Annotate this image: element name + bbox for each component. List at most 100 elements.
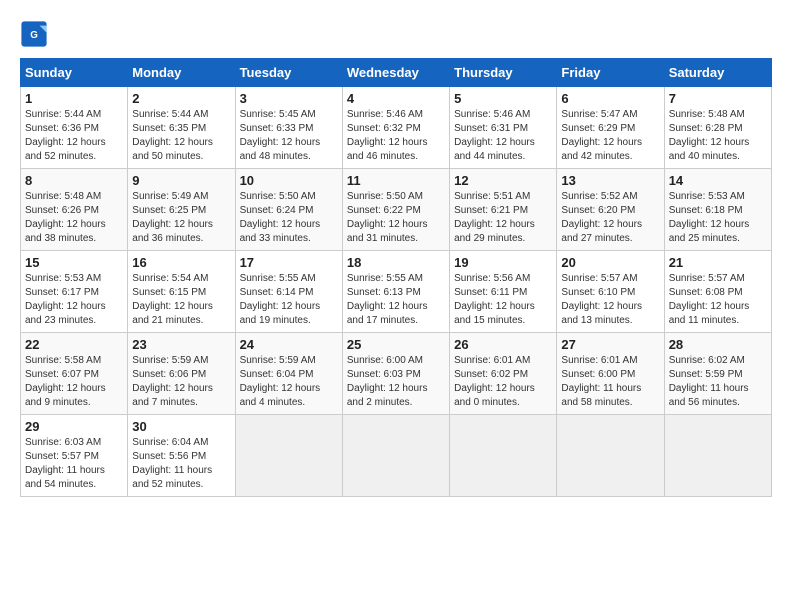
day-number: 25 xyxy=(347,337,445,352)
calendar-cell: 5 Sunrise: 5:46 AM Sunset: 6:31 PM Dayli… xyxy=(450,87,557,169)
logo-icon: G xyxy=(20,20,48,48)
day-detail: Sunrise: 5:55 AM Sunset: 6:14 PM Dayligh… xyxy=(240,272,338,328)
day-number: 7 xyxy=(669,91,767,106)
calendar-cell: 1 Sunrise: 5:44 AM Sunset: 6:36 PM Dayli… xyxy=(21,87,128,169)
day-number: 4 xyxy=(347,91,445,106)
day-detail: Sunrise: 5:48 AM Sunset: 6:28 PM Dayligh… xyxy=(669,108,767,164)
calendar-cell: 23 Sunrise: 5:59 AM Sunset: 6:06 PM Dayl… xyxy=(128,333,235,415)
day-detail: Sunrise: 5:56 AM Sunset: 6:11 PM Dayligh… xyxy=(454,272,552,328)
day-number: 18 xyxy=(347,255,445,270)
day-detail: Sunrise: 5:53 AM Sunset: 6:17 PM Dayligh… xyxy=(25,272,123,328)
day-number: 16 xyxy=(132,255,230,270)
calendar-cell: 20 Sunrise: 5:57 AM Sunset: 6:10 PM Dayl… xyxy=(557,251,664,333)
calendar-week-5: 29 Sunrise: 6:03 AM Sunset: 5:57 PM Dayl… xyxy=(21,415,772,497)
calendar-week-3: 15 Sunrise: 5:53 AM Sunset: 6:17 PM Dayl… xyxy=(21,251,772,333)
calendar-cell: 14 Sunrise: 5:53 AM Sunset: 6:18 PM Dayl… xyxy=(664,169,771,251)
day-detail: Sunrise: 5:55 AM Sunset: 6:13 PM Dayligh… xyxy=(347,272,445,328)
calendar-cell: 21 Sunrise: 5:57 AM Sunset: 6:08 PM Dayl… xyxy=(664,251,771,333)
day-number: 17 xyxy=(240,255,338,270)
calendar-cell: 22 Sunrise: 5:58 AM Sunset: 6:07 PM Dayl… xyxy=(21,333,128,415)
day-detail: Sunrise: 5:49 AM Sunset: 6:25 PM Dayligh… xyxy=(132,190,230,246)
calendar-week-1: 1 Sunrise: 5:44 AM Sunset: 6:36 PM Dayli… xyxy=(21,87,772,169)
day-number: 24 xyxy=(240,337,338,352)
calendar-week-2: 8 Sunrise: 5:48 AM Sunset: 6:26 PM Dayli… xyxy=(21,169,772,251)
day-detail: Sunrise: 6:01 AM Sunset: 6:02 PM Dayligh… xyxy=(454,354,552,410)
day-detail: Sunrise: 5:58 AM Sunset: 6:07 PM Dayligh… xyxy=(25,354,123,410)
day-number: 14 xyxy=(669,173,767,188)
calendar-cell: 26 Sunrise: 6:01 AM Sunset: 6:02 PM Dayl… xyxy=(450,333,557,415)
day-detail: Sunrise: 6:02 AM Sunset: 5:59 PM Dayligh… xyxy=(669,354,767,410)
dow-header-friday: Friday xyxy=(557,59,664,87)
calendar-cell: 4 Sunrise: 5:46 AM Sunset: 6:32 PM Dayli… xyxy=(342,87,449,169)
day-detail: Sunrise: 5:51 AM Sunset: 6:21 PM Dayligh… xyxy=(454,190,552,246)
calendar-cell: 12 Sunrise: 5:51 AM Sunset: 6:21 PM Dayl… xyxy=(450,169,557,251)
day-number: 8 xyxy=(25,173,123,188)
calendar-table: SundayMondayTuesdayWednesdayThursdayFrid… xyxy=(20,58,772,497)
day-number: 13 xyxy=(561,173,659,188)
day-number: 26 xyxy=(454,337,552,352)
calendar-cell: 28 Sunrise: 6:02 AM Sunset: 5:59 PM Dayl… xyxy=(664,333,771,415)
logo: G xyxy=(20,20,52,48)
dow-header-wednesday: Wednesday xyxy=(342,59,449,87)
day-detail: Sunrise: 5:48 AM Sunset: 6:26 PM Dayligh… xyxy=(25,190,123,246)
day-detail: Sunrise: 5:46 AM Sunset: 6:32 PM Dayligh… xyxy=(347,108,445,164)
day-detail: Sunrise: 5:52 AM Sunset: 6:20 PM Dayligh… xyxy=(561,190,659,246)
calendar-cell: 9 Sunrise: 5:49 AM Sunset: 6:25 PM Dayli… xyxy=(128,169,235,251)
day-detail: Sunrise: 6:00 AM Sunset: 6:03 PM Dayligh… xyxy=(347,354,445,410)
day-detail: Sunrise: 5:46 AM Sunset: 6:31 PM Dayligh… xyxy=(454,108,552,164)
svg-text:G: G xyxy=(30,30,38,41)
day-detail: Sunrise: 5:59 AM Sunset: 6:06 PM Dayligh… xyxy=(132,354,230,410)
day-detail: Sunrise: 5:59 AM Sunset: 6:04 PM Dayligh… xyxy=(240,354,338,410)
dow-header-tuesday: Tuesday xyxy=(235,59,342,87)
calendar-cell: 29 Sunrise: 6:03 AM Sunset: 5:57 PM Dayl… xyxy=(21,415,128,497)
calendar-cell xyxy=(235,415,342,497)
calendar-cell: 16 Sunrise: 5:54 AM Sunset: 6:15 PM Dayl… xyxy=(128,251,235,333)
day-number: 29 xyxy=(25,419,123,434)
day-number: 3 xyxy=(240,91,338,106)
calendar-cell: 27 Sunrise: 6:01 AM Sunset: 6:00 PM Dayl… xyxy=(557,333,664,415)
calendar-cell: 3 Sunrise: 5:45 AM Sunset: 6:33 PM Dayli… xyxy=(235,87,342,169)
calendar-cell xyxy=(342,415,449,497)
day-detail: Sunrise: 5:57 AM Sunset: 6:10 PM Dayligh… xyxy=(561,272,659,328)
calendar-cell: 13 Sunrise: 5:52 AM Sunset: 6:20 PM Dayl… xyxy=(557,169,664,251)
day-detail: Sunrise: 5:53 AM Sunset: 6:18 PM Dayligh… xyxy=(669,190,767,246)
calendar-cell xyxy=(557,415,664,497)
day-detail: Sunrise: 6:04 AM Sunset: 5:56 PM Dayligh… xyxy=(132,436,230,492)
day-detail: Sunrise: 6:03 AM Sunset: 5:57 PM Dayligh… xyxy=(25,436,123,492)
day-number: 12 xyxy=(454,173,552,188)
calendar-cell: 19 Sunrise: 5:56 AM Sunset: 6:11 PM Dayl… xyxy=(450,251,557,333)
day-number: 23 xyxy=(132,337,230,352)
day-number: 9 xyxy=(132,173,230,188)
day-number: 28 xyxy=(669,337,767,352)
calendar-cell xyxy=(450,415,557,497)
calendar-cell: 24 Sunrise: 5:59 AM Sunset: 6:04 PM Dayl… xyxy=(235,333,342,415)
calendar-week-4: 22 Sunrise: 5:58 AM Sunset: 6:07 PM Dayl… xyxy=(21,333,772,415)
day-number: 1 xyxy=(25,91,123,106)
day-detail: Sunrise: 5:44 AM Sunset: 6:36 PM Dayligh… xyxy=(25,108,123,164)
calendar-cell: 6 Sunrise: 5:47 AM Sunset: 6:29 PM Dayli… xyxy=(557,87,664,169)
day-detail: Sunrise: 5:45 AM Sunset: 6:33 PM Dayligh… xyxy=(240,108,338,164)
calendar-cell: 11 Sunrise: 5:50 AM Sunset: 6:22 PM Dayl… xyxy=(342,169,449,251)
calendar-cell: 2 Sunrise: 5:44 AM Sunset: 6:35 PM Dayli… xyxy=(128,87,235,169)
day-number: 21 xyxy=(669,255,767,270)
calendar-cell: 17 Sunrise: 5:55 AM Sunset: 6:14 PM Dayl… xyxy=(235,251,342,333)
day-number: 10 xyxy=(240,173,338,188)
day-detail: Sunrise: 5:50 AM Sunset: 6:22 PM Dayligh… xyxy=(347,190,445,246)
calendar-cell xyxy=(664,415,771,497)
calendar-cell: 15 Sunrise: 5:53 AM Sunset: 6:17 PM Dayl… xyxy=(21,251,128,333)
calendar-cell: 7 Sunrise: 5:48 AM Sunset: 6:28 PM Dayli… xyxy=(664,87,771,169)
day-number: 20 xyxy=(561,255,659,270)
day-number: 19 xyxy=(454,255,552,270)
dow-header-monday: Monday xyxy=(128,59,235,87)
calendar-cell: 30 Sunrise: 6:04 AM Sunset: 5:56 PM Dayl… xyxy=(128,415,235,497)
calendar-cell: 10 Sunrise: 5:50 AM Sunset: 6:24 PM Dayl… xyxy=(235,169,342,251)
calendar-cell: 8 Sunrise: 5:48 AM Sunset: 6:26 PM Dayli… xyxy=(21,169,128,251)
dow-header-saturday: Saturday xyxy=(664,59,771,87)
day-detail: Sunrise: 5:44 AM Sunset: 6:35 PM Dayligh… xyxy=(132,108,230,164)
dow-header-thursday: Thursday xyxy=(450,59,557,87)
day-detail: Sunrise: 5:57 AM Sunset: 6:08 PM Dayligh… xyxy=(669,272,767,328)
day-detail: Sunrise: 5:50 AM Sunset: 6:24 PM Dayligh… xyxy=(240,190,338,246)
day-number: 30 xyxy=(132,419,230,434)
day-number: 5 xyxy=(454,91,552,106)
calendar-cell: 18 Sunrise: 5:55 AM Sunset: 6:13 PM Dayl… xyxy=(342,251,449,333)
